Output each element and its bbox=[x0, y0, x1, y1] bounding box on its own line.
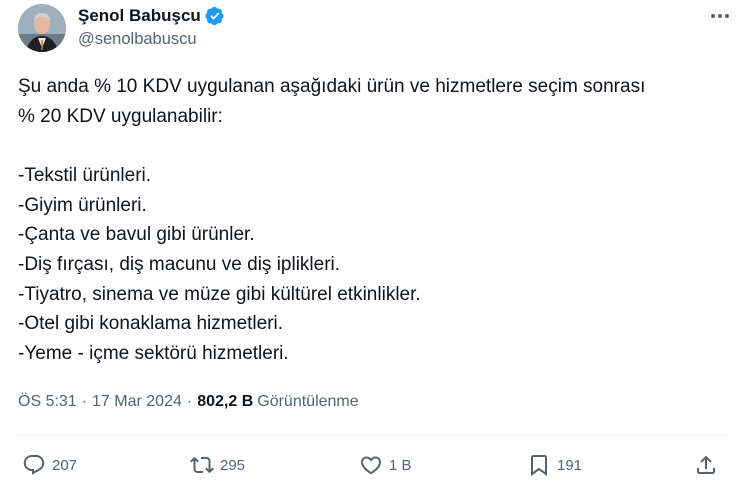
retweet-count: 295 bbox=[220, 456, 246, 474]
list-item: -Çanta ve bavul gibi ürünler. bbox=[18, 224, 255, 246]
tweet-meta: ÖS 5:31 · 17 Mar 2024 · 802,2 B Görüntül… bbox=[18, 391, 359, 413]
action-bar: 207 295 1 B 191 bbox=[18, 451, 730, 479]
avatar[interactable] bbox=[18, 4, 66, 52]
tweet-header: Şenol Babuşcu @senolbabuscu bbox=[18, 4, 733, 54]
share-icon bbox=[697, 455, 715, 474]
user-handle[interactable]: @senolbabuscu bbox=[78, 30, 225, 49]
retweet-button[interactable]: 295 bbox=[190, 451, 245, 479]
share-button[interactable] bbox=[694, 451, 718, 479]
display-name-row: Şenol Babuşcu bbox=[78, 5, 225, 27]
reply-icon bbox=[23, 455, 45, 475]
list-item: -Diş fırçası, diş macunu ve diş iplikler… bbox=[18, 253, 341, 275]
meta-separator: · bbox=[186, 393, 193, 410]
tweet-date[interactable]: 17 Mar 2024 bbox=[92, 393, 182, 411]
reply-count: 207 bbox=[52, 456, 78, 474]
list-item: -Giyim ürünleri. bbox=[18, 194, 147, 216]
views-count[interactable]: 802,2 B bbox=[197, 393, 253, 411]
list-item: -Tiyatro, sinema ve müze gibi kültürel e… bbox=[18, 283, 421, 305]
user-names: Şenol Babuşcu @senolbabuscu bbox=[78, 5, 225, 49]
meta-separator: · bbox=[81, 393, 88, 410]
bookmark-count: 191 bbox=[557, 456, 583, 474]
like-button[interactable]: 1 B bbox=[359, 451, 412, 479]
retweet-icon bbox=[190, 456, 214, 474]
list-item: -Otel gibi konaklama hizmetleri. bbox=[18, 313, 284, 335]
tweet-intro-line: % 20 KDV uygulanabilir: bbox=[18, 105, 223, 127]
reply-button[interactable]: 207 bbox=[22, 451, 77, 479]
list-item: -Yeme - içme sektörü hizmetleri. bbox=[18, 342, 289, 364]
divider bbox=[18, 435, 730, 436]
tweet-time[interactable]: ÖS 5:31 bbox=[18, 393, 77, 411]
tweet-text: Şu anda % 10 KDV uygulanan aşağıdaki ürü… bbox=[18, 72, 730, 368]
views-label: Görüntülenme bbox=[257, 393, 359, 410]
bookmark-icon bbox=[531, 455, 547, 476]
tweet-intro-line: Şu anda % 10 KDV uygulanan aşağıdaki ürü… bbox=[18, 76, 646, 97]
heart-icon bbox=[360, 456, 382, 475]
list-item: -Tekstil ürünleri. bbox=[18, 165, 152, 187]
more-options-icon[interactable] bbox=[707, 6, 733, 26]
verified-badge-icon bbox=[205, 6, 225, 26]
bookmark-button[interactable]: 191 bbox=[527, 451, 582, 479]
like-count: 1 B bbox=[389, 456, 412, 474]
display-name[interactable]: Şenol Babuşcu bbox=[78, 6, 201, 26]
